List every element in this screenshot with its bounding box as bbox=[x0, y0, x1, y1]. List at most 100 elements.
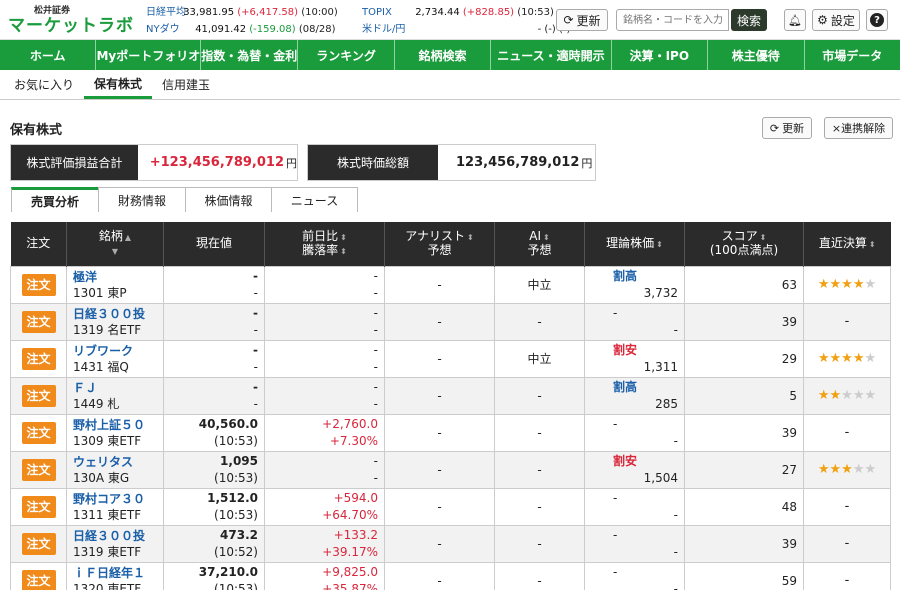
help-button[interactable]: ? bbox=[866, 9, 888, 31]
ticker-nikkei[interactable]: 日経平均 33,981.95 (+6,417.58) (10:00) bbox=[146, 4, 338, 21]
change-percent: +35.87% bbox=[322, 581, 378, 590]
col-theory[interactable]: 理論株価 ⬍ bbox=[584, 222, 685, 266]
analyst-value: - bbox=[437, 277, 442, 292]
tab-financial[interactable]: 財務情報 bbox=[98, 187, 186, 212]
header-label: スコア bbox=[721, 229, 758, 244]
analyst-cell: - bbox=[384, 450, 495, 489]
tab-trade-analysis[interactable]: 売買分析 bbox=[11, 187, 99, 212]
page-title: 保有株式 bbox=[10, 123, 63, 138]
star-icon: ★ bbox=[829, 351, 842, 366]
price-cell: -- bbox=[163, 376, 265, 415]
order-cell: 注文 bbox=[10, 450, 67, 489]
name-cell: 日経３００投 1319 名ETF bbox=[66, 302, 164, 341]
col-score[interactable]: スコア ⬍ (100点満点) bbox=[684, 222, 804, 266]
stock-name-link[interactable]: ｉＦ日経年１ bbox=[73, 565, 157, 581]
change-cell: +133.2 +39.17% bbox=[264, 524, 385, 563]
nav-portfolio[interactable]: Myポートフォリオ bbox=[96, 40, 202, 70]
search-input[interactable] bbox=[616, 9, 729, 31]
order-button[interactable]: 注文 bbox=[21, 495, 56, 518]
price-value: 40,560.0 bbox=[198, 416, 258, 431]
star-icon: ★ bbox=[841, 277, 853, 292]
star-icon: ★ bbox=[864, 388, 877, 403]
stock-name-link[interactable]: ＦＪ bbox=[73, 380, 157, 396]
ai-cell: - bbox=[494, 376, 585, 415]
header-label: 予想 bbox=[427, 243, 452, 258]
theory-price: 285 bbox=[655, 396, 678, 411]
col-ai[interactable]: AI ⬍ 予想 bbox=[494, 222, 585, 266]
tab-stock-price[interactable]: 株価情報 bbox=[185, 187, 272, 212]
nav-earnings-ipo[interactable]: 決算・IPO bbox=[612, 40, 709, 70]
nav-ranking[interactable]: ランキング bbox=[298, 40, 395, 70]
subtab-holdings[interactable]: 保有株式 bbox=[84, 70, 153, 99]
subtab-margin[interactable]: 信用建玉 bbox=[152, 70, 220, 99]
stock-name-link[interactable]: ウェリタス bbox=[73, 454, 157, 470]
settings-button[interactable]: ⚙ 設定 bbox=[812, 9, 860, 31]
nav-market-data[interactable]: 市場データ bbox=[805, 40, 900, 70]
order-button[interactable]: 注文 bbox=[21, 569, 56, 590]
nav-benefits[interactable]: 株主優待 bbox=[708, 40, 805, 70]
order-button[interactable]: 注文 bbox=[21, 384, 56, 407]
header-label: 予想 bbox=[527, 243, 552, 258]
stock-name-link[interactable]: 日経３００投 bbox=[73, 528, 157, 544]
order-button[interactable]: 注文 bbox=[21, 347, 56, 370]
earnings-rating: - bbox=[845, 573, 850, 588]
logo[interactable]: 松井証券 マーケットラボ bbox=[8, 3, 134, 36]
nav-indices[interactable]: 指数・為替・金利 bbox=[201, 40, 299, 70]
holdings-table: 注文 銘柄 ▲ ▼ 現在値 前日比 ⬍ 騰落率 ⬍ アナリスト ⬍ 予想 AI ⬍ 予想 理論株価… bbox=[10, 222, 891, 590]
order-button[interactable]: 注文 bbox=[21, 458, 56, 481]
col-name[interactable]: 銘柄 ▲ ▼ bbox=[66, 222, 164, 266]
analyst-value: - bbox=[437, 536, 442, 551]
analyst-cell: - bbox=[384, 561, 495, 590]
ai-value: - bbox=[537, 314, 542, 329]
nav-news[interactable]: ニュース・適時開示 bbox=[491, 40, 612, 70]
col-analyst[interactable]: アナリスト ⬍ 予想 bbox=[384, 222, 495, 266]
change-value: - bbox=[373, 379, 378, 394]
stock-name-link[interactable]: 野村コア３０ bbox=[73, 491, 157, 507]
ticker-nydow[interactable]: NYダウ 41,091.42 (-159.08) (08/28) bbox=[146, 21, 338, 38]
score-cell: 48 bbox=[684, 487, 804, 526]
summary-amount: 123,456,789,012 bbox=[456, 155, 580, 170]
name-cell: ｉＦ日経年１ 1320 東ETF bbox=[66, 561, 164, 590]
header-label: 現在値 bbox=[195, 236, 232, 251]
nav-stock-search[interactable]: 銘柄検索 bbox=[395, 40, 492, 70]
notification-button[interactable]: 🔔︎ bbox=[784, 9, 806, 31]
change-value: - bbox=[373, 268, 378, 283]
unlink-button[interactable]: ×連携解除 bbox=[824, 117, 893, 139]
tab-news[interactable]: ニュース bbox=[271, 187, 358, 212]
score-value: 29 bbox=[781, 351, 797, 366]
search-button[interactable]: 検索 bbox=[731, 9, 767, 31]
section-refresh-button[interactable]: ⟳ 更新 bbox=[762, 117, 812, 139]
header-refresh-button[interactable]: ⟳ 更新 bbox=[556, 9, 608, 31]
theory-cell: -- bbox=[584, 561, 685, 590]
col-change[interactable]: 前日比 ⬍ 騰落率 ⬍ bbox=[264, 222, 385, 266]
ai-value: - bbox=[537, 536, 542, 551]
stock-name-link[interactable]: 野村上証５０ bbox=[73, 417, 157, 433]
change-cell: -- bbox=[264, 376, 385, 415]
order-button[interactable]: 注文 bbox=[21, 310, 56, 333]
ai-value: - bbox=[537, 462, 542, 477]
nav-home[interactable]: ホーム bbox=[0, 40, 97, 70]
theory-price: 3,732 bbox=[643, 285, 678, 300]
table-row: 注文 ウェリタス 130A 東G 1,095 (10:53) - - - - 割安 1,504 27 ★… bbox=[10, 450, 891, 489]
ticker-usdjpy[interactable]: 米ドル/円 - (-) (-) bbox=[362, 21, 570, 38]
theory-price: - bbox=[673, 322, 678, 337]
theory-cell: -- bbox=[584, 487, 685, 526]
stock-name-link[interactable]: 極洋 bbox=[73, 269, 157, 285]
theory-price: - bbox=[673, 433, 678, 448]
ai-value: - bbox=[537, 573, 542, 588]
valuation-label: 割安 bbox=[613, 342, 638, 357]
ticker-name: NYダウ bbox=[146, 24, 180, 35]
subtab-favorites[interactable]: お気に入り bbox=[4, 70, 84, 99]
order-button[interactable]: 注文 bbox=[21, 532, 56, 555]
score-cell: 5 bbox=[684, 376, 804, 415]
star-icon: ★ bbox=[841, 351, 853, 366]
order-button[interactable]: 注文 bbox=[21, 273, 56, 296]
ticker-topix[interactable]: TOPIX 2,734.44 (+828.85) (10:53) bbox=[362, 4, 570, 21]
stock-name-link[interactable]: リブワーク bbox=[73, 343, 157, 359]
order-button[interactable]: 注文 bbox=[21, 421, 56, 444]
earnings-rating: - bbox=[845, 314, 850, 329]
ticker-change: (-) bbox=[544, 24, 556, 35]
stock-name-link[interactable]: 日経３００投 bbox=[73, 306, 157, 322]
col-earnings[interactable]: 直近決算 ⬍ bbox=[803, 222, 891, 266]
earnings-empty: - bbox=[844, 499, 850, 514]
